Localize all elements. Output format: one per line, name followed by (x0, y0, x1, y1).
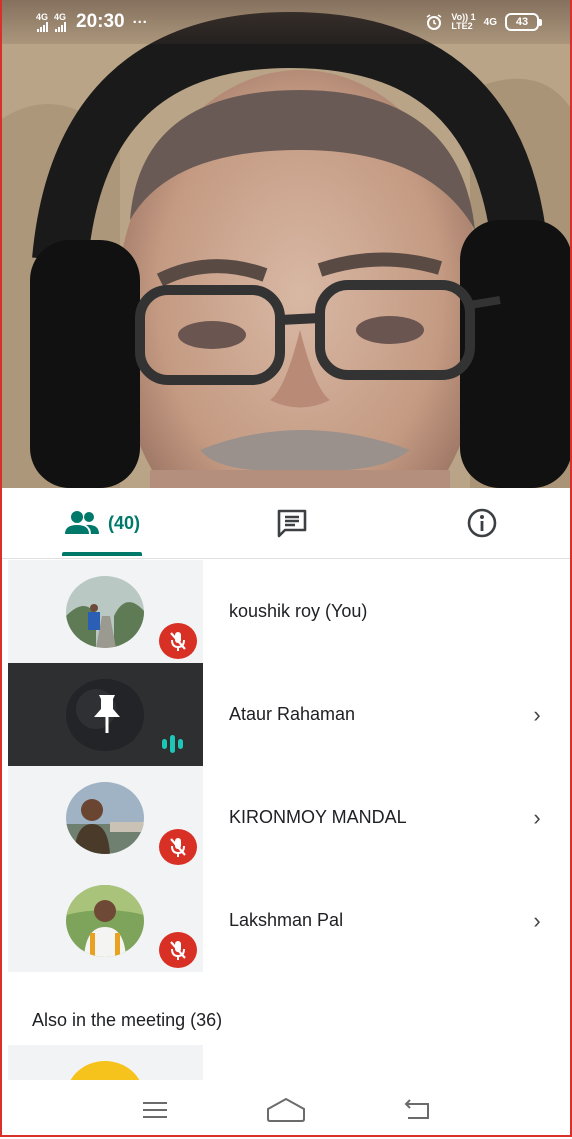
navigation-bar (0, 1080, 572, 1139)
participant-row[interactable]: KIRONMOY MANDAL › (8, 766, 572, 869)
participant-name: Ataur Rahaman (229, 704, 356, 724)
tab-chat[interactable] (262, 488, 322, 558)
avatar (66, 576, 144, 648)
speaking-indicator-icon (162, 735, 183, 753)
alarm-icon (426, 14, 442, 30)
chevron-right-icon[interactable]: › (522, 908, 552, 934)
mic-off-icon (159, 623, 197, 659)
signal1-label: 4G (36, 11, 49, 22)
participant-row[interactable]: Lakshman Pal › (8, 869, 572, 972)
signal2-label: 4G (54, 11, 67, 22)
participants-list: koushik roy (You) Ataur Rahaman › KIRONM… (8, 560, 572, 972)
participant-name: KIRONMOY MANDAL (229, 807, 407, 827)
menu-icon (143, 1101, 168, 1118)
avatar (66, 885, 144, 957)
signal-strength-icon: 4G (54, 11, 67, 32)
status-bar: 4G 4G 20:30 ··· Vo)) 1 LTE2 4G 43 (0, 0, 572, 44)
tab-people[interactable]: (40) (40, 488, 164, 558)
participant-name: Lakshman Pal (229, 910, 344, 930)
participant-tile-partial[interactable] (8, 1045, 203, 1085)
people-count: (40) (107, 512, 140, 533)
avatar (66, 782, 144, 854)
main-video-feed[interactable] (0, 0, 572, 488)
battery-level: 43 (515, 16, 529, 28)
participant-tile (8, 663, 203, 766)
chat-icon (277, 509, 307, 538)
home-icon (266, 1097, 305, 1122)
participant-tile (8, 560, 203, 663)
participant-row[interactable]: Ataur Rahaman › (8, 663, 572, 766)
meeting-details-tabs: (40) (0, 488, 572, 559)
also-in-meeting-heading: Also in the meeting (36) (32, 1010, 223, 1030)
clock: 20:30 (76, 11, 125, 32)
network-type: 4G (483, 16, 497, 28)
chevron-right-icon[interactable]: › (522, 702, 552, 728)
speaker-video-image (0, 0, 572, 488)
status-bar-right: Vo)) 1 LTE2 4G 43 (425, 13, 542, 31)
active-tab-indicator (62, 552, 142, 556)
pin-icon (94, 695, 120, 733)
chevron-right-icon[interactable]: › (522, 805, 552, 831)
tab-info[interactable] (452, 488, 512, 558)
participant-row[interactable]: koushik roy (You) (8, 560, 572, 663)
participant-tile (8, 869, 203, 972)
participant-tile (8, 766, 203, 869)
volte-indicator: Vo)) 1 LTE2 (451, 13, 475, 31)
status-bar-left: 4G 4G 20:30 ··· (36, 11, 148, 33)
battery-icon: 43 (505, 13, 542, 31)
menu-button[interactable] (135, 1093, 175, 1127)
people-icon (64, 511, 99, 534)
more-notifications-icon: ··· (132, 13, 148, 31)
info-icon (467, 508, 497, 538)
mic-off-icon (159, 829, 197, 865)
back-icon (404, 1098, 429, 1119)
home-button[interactable] (266, 1093, 306, 1127)
mic-off-icon (159, 932, 197, 968)
signal-strength-icon: 4G (36, 11, 49, 32)
participant-name: koushik roy (You) (229, 601, 368, 621)
lte-label: LTE2 (451, 21, 473, 31)
back-button[interactable] (397, 1093, 437, 1127)
